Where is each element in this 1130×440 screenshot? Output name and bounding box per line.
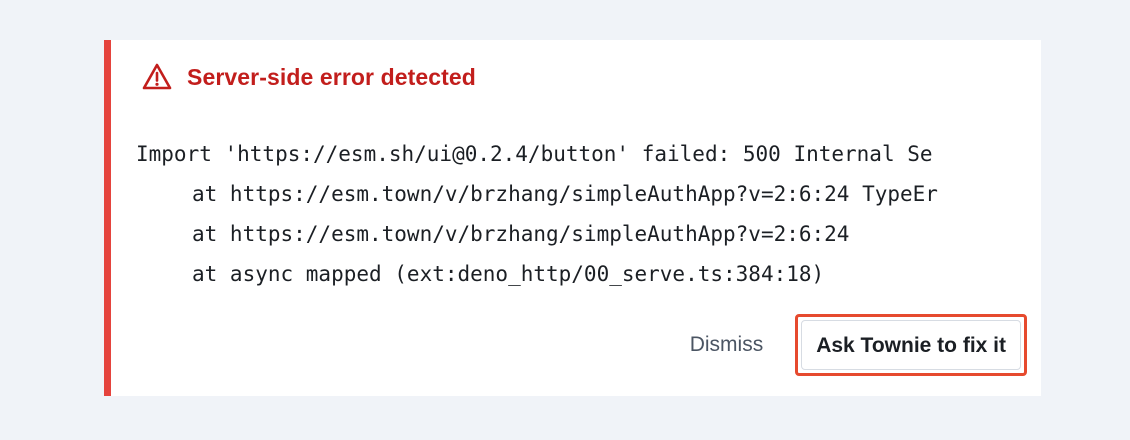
error-header: Server-side error detected: [141, 60, 476, 94]
error-panel: Server-side error detected Import 'https…: [104, 40, 1041, 396]
trace-line: at https://esm.town/v/brzhang/simpleAuth…: [192, 182, 938, 206]
warning-triangle-icon: [141, 61, 173, 93]
error-stacktrace: Import 'https://esm.sh/ui@0.2.4/button' …: [136, 134, 1041, 294]
trace-line: at async mapped (ext:deno_http/00_serve.…: [192, 262, 825, 286]
trace-line: Import 'https://esm.sh/ui@0.2.4/button' …: [136, 142, 933, 166]
dismiss-button[interactable]: Dismiss: [690, 333, 764, 357]
trace-line: at https://esm.town/v/brzhang/simpleAuth…: [192, 222, 850, 246]
error-actions: Dismiss Ask Townie to fix it: [690, 314, 1027, 376]
ask-townie-fix-button[interactable]: Ask Townie to fix it: [801, 320, 1021, 370]
error-title: Server-side error detected: [187, 63, 476, 90]
fix-button-highlight: Ask Townie to fix it: [795, 314, 1027, 376]
